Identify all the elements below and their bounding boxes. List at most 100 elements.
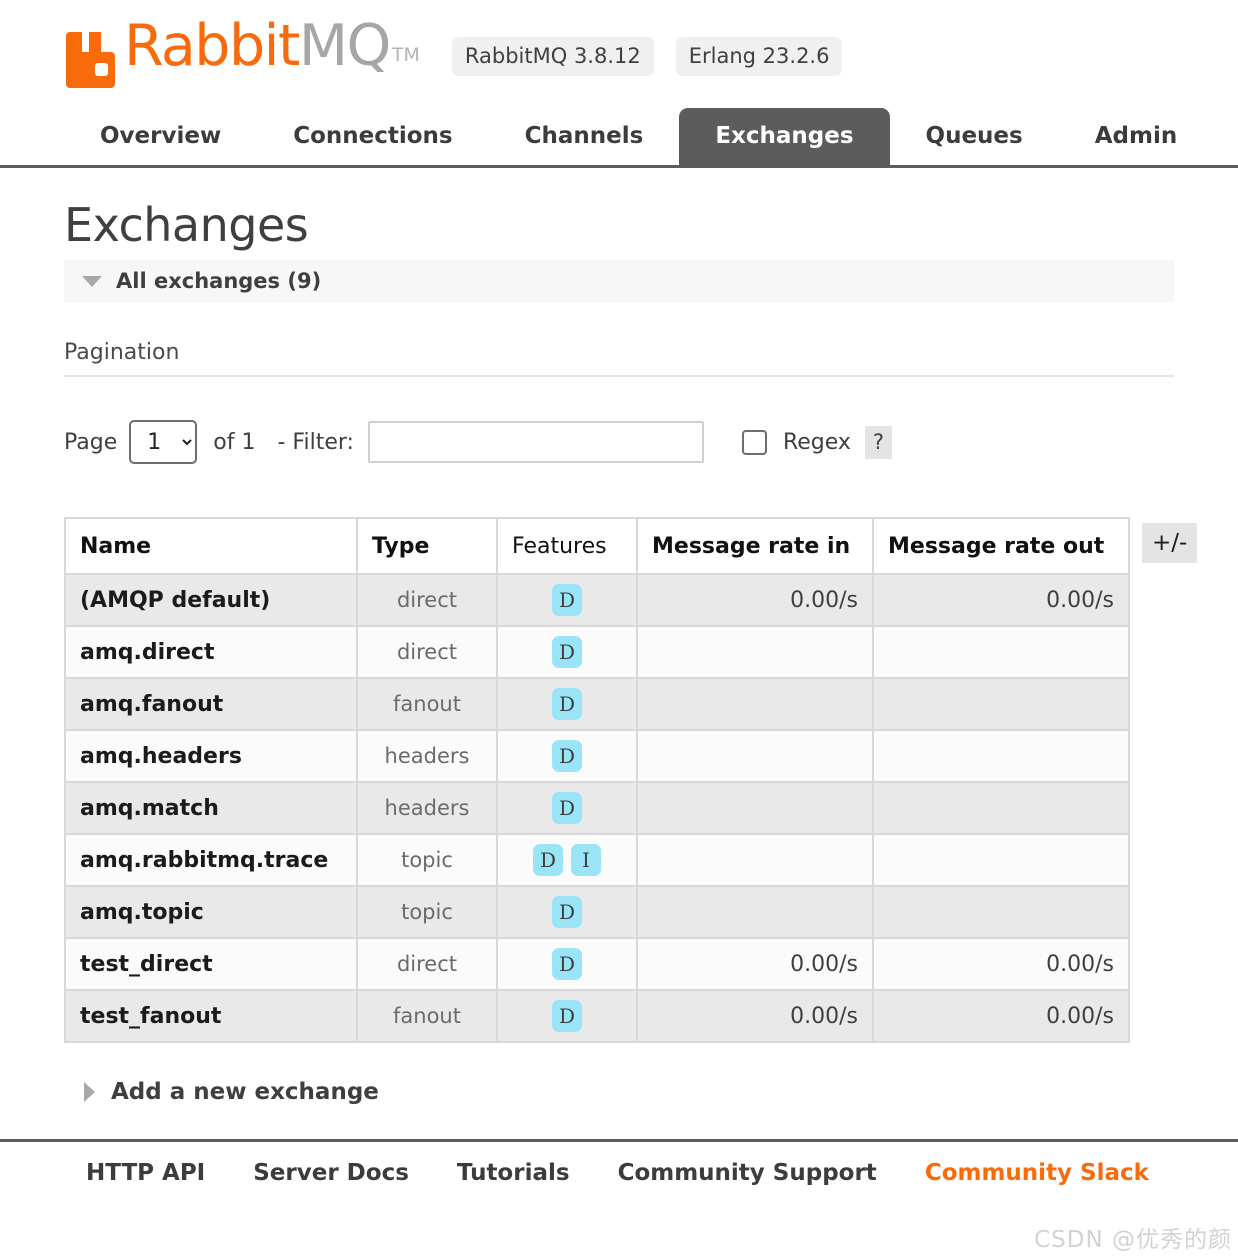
durable-badge-icon[interactable]: D	[533, 844, 563, 876]
footer-link-http-api[interactable]: HTTP API	[86, 1160, 205, 1186]
chevron-right-icon[interactable]	[84, 1082, 95, 1102]
durable-badge-icon[interactable]: D	[552, 584, 582, 616]
exchange-type: topic	[356, 833, 498, 887]
pagination-divider	[64, 375, 1174, 377]
logo-wordmark: RabbitMQ TM	[124, 17, 420, 88]
durable-badge-icon[interactable]: D	[552, 896, 582, 928]
exchange-name-link[interactable]: amq.fanout	[64, 677, 358, 731]
exchange-type: headers	[356, 729, 498, 783]
message-rate-in-value	[636, 729, 874, 783]
rabbitmq-logo[interactable]: RabbitMQ TM	[64, 14, 420, 88]
exchange-name-link[interactable]: amq.topic	[64, 885, 358, 939]
message-rate-out-value: 0.00/s	[872, 989, 1130, 1043]
feature-badge-group: D	[512, 896, 622, 928]
rabbitmq-version-badge: RabbitMQ 3.8.12	[451, 36, 654, 76]
logo-text-rabbit: Rabbit	[124, 13, 300, 79]
tab-channels[interactable]: Channels	[489, 108, 680, 165]
durable-badge-icon[interactable]: D	[552, 948, 582, 980]
chevron-down-icon[interactable]	[82, 275, 102, 287]
durable-badge-icon[interactable]: D	[552, 792, 582, 824]
all-exchanges-label: All exchanges (9)	[116, 269, 322, 293]
table-row: test_direct direct D 0.00/s 0.00/s	[64, 937, 1130, 991]
exchange-name-link[interactable]: amq.rabbitmq.trace	[64, 833, 358, 887]
exchange-features: D	[496, 625, 638, 679]
exchange-name-link[interactable]: (AMQP default)	[64, 573, 358, 627]
csdn-watermark: CSDN @优秀的颜	[1034, 1227, 1232, 1253]
add-new-exchange-section[interactable]: Add a new exchange	[64, 1079, 1174, 1105]
exchange-type: fanout	[356, 989, 498, 1043]
exchanges-table: Name Type Features Message rate in Messa…	[64, 517, 1130, 1043]
filter-dash: -	[277, 429, 286, 455]
durable-badge-icon[interactable]: D	[552, 636, 582, 668]
tab-connections[interactable]: Connections	[257, 108, 488, 165]
exchange-type: headers	[356, 781, 498, 835]
column-header-features[interactable]: Features	[496, 517, 638, 575]
column-header-message-rate-in[interactable]: Message rate in	[636, 517, 874, 575]
table-row: (AMQP default) direct D 0.00/s 0.00/s	[64, 573, 1130, 627]
exchange-name-link[interactable]: test_direct	[64, 937, 358, 991]
message-rate-in-value	[636, 833, 874, 887]
exchange-type: direct	[356, 937, 498, 991]
durable-badge-icon[interactable]: D	[552, 1000, 582, 1032]
feature-badge-group: D	[512, 948, 622, 980]
version-badges: RabbitMQ 3.8.12 Erlang 23.2.6	[451, 36, 843, 76]
exchanges-table-zone: Name Type Features Message rate in Messa…	[64, 517, 1198, 1043]
feature-badge-group: D	[512, 636, 622, 668]
tab-overview[interactable]: Overview	[64, 108, 257, 165]
table-row: amq.direct direct D	[64, 625, 1130, 679]
message-rate-out-value	[872, 625, 1130, 679]
table-row: test_fanout fanout D 0.00/s 0.00/s	[64, 989, 1130, 1043]
feature-badge-group: D	[512, 584, 622, 616]
message-rate-in-value	[636, 625, 874, 679]
message-rate-in-value: 0.00/s	[636, 989, 874, 1043]
message-rate-out-value: 0.00/s	[872, 937, 1130, 991]
feature-badge-group: D	[512, 792, 622, 824]
filter-separator: - Filter:	[277, 430, 353, 455]
tab-admin[interactable]: Admin	[1059, 108, 1214, 165]
logo-text-mq: MQ	[298, 13, 392, 79]
column-header-message-rate-out[interactable]: Message rate out	[872, 517, 1130, 575]
exchange-features: D	[496, 885, 638, 939]
footer-link-tutorials[interactable]: Tutorials	[457, 1160, 570, 1186]
exchange-name-link[interactable]: amq.direct	[64, 625, 358, 679]
all-exchanges-section-header[interactable]: All exchanges (9)	[64, 260, 1174, 302]
feature-badge-group: D	[512, 1000, 622, 1032]
message-rate-in-value	[636, 677, 874, 731]
page-body: Exchanges All exchanges (9) Pagination P…	[0, 198, 1238, 1105]
message-rate-in-value: 0.00/s	[636, 937, 874, 991]
main-navigation: Overview Connections Channels Exchanges …	[0, 108, 1238, 168]
footer-link-community-support[interactable]: Community Support	[618, 1160, 877, 1186]
page-header: RabbitMQ TM RabbitMQ 3.8.12 Erlang 23.2.6	[0, 0, 1238, 88]
table-row: amq.rabbitmq.trace topic D I	[64, 833, 1130, 887]
footer-link-server-docs[interactable]: Server Docs	[253, 1160, 409, 1186]
internal-badge-icon[interactable]: I	[571, 844, 601, 876]
table-row: amq.headers headers D	[64, 729, 1130, 783]
page-title: Exchanges	[64, 198, 309, 252]
toggle-columns-button[interactable]: +/-	[1142, 523, 1198, 563]
table-row: amq.fanout fanout D	[64, 677, 1130, 731]
column-header-type[interactable]: Type	[356, 517, 498, 575]
exchange-name-link[interactable]: amq.headers	[64, 729, 358, 783]
feature-badge-group: D	[512, 740, 622, 772]
exchange-features: DI	[496, 833, 638, 887]
exchange-name-link[interactable]: amq.match	[64, 781, 358, 835]
exchanges-table-head: Name Type Features Message rate in Messa…	[64, 517, 1130, 575]
pagination-title: Pagination	[64, 340, 180, 365]
exchange-name-link[interactable]: test_fanout	[64, 989, 358, 1043]
page-select[interactable]: 1	[129, 420, 198, 464]
durable-badge-icon[interactable]: D	[552, 740, 582, 772]
exchange-features: D	[496, 937, 638, 991]
tab-queues[interactable]: Queues	[890, 108, 1059, 165]
tab-exchanges[interactable]: Exchanges	[679, 108, 890, 165]
filter-label: Filter:	[292, 429, 354, 455]
regex-checkbox[interactable]	[741, 429, 767, 455]
durable-badge-icon[interactable]: D	[552, 688, 582, 720]
filter-input[interactable]	[367, 421, 704, 463]
exchange-features: D	[496, 989, 638, 1043]
logo-trademark: TM	[391, 44, 420, 66]
exchange-type: topic	[356, 885, 498, 939]
regex-help-button[interactable]: ?	[864, 425, 892, 459]
footer-link-community-slack[interactable]: Community Slack	[925, 1160, 1149, 1186]
regex-label: Regex	[782, 429, 851, 455]
column-header-name[interactable]: Name	[64, 517, 358, 575]
